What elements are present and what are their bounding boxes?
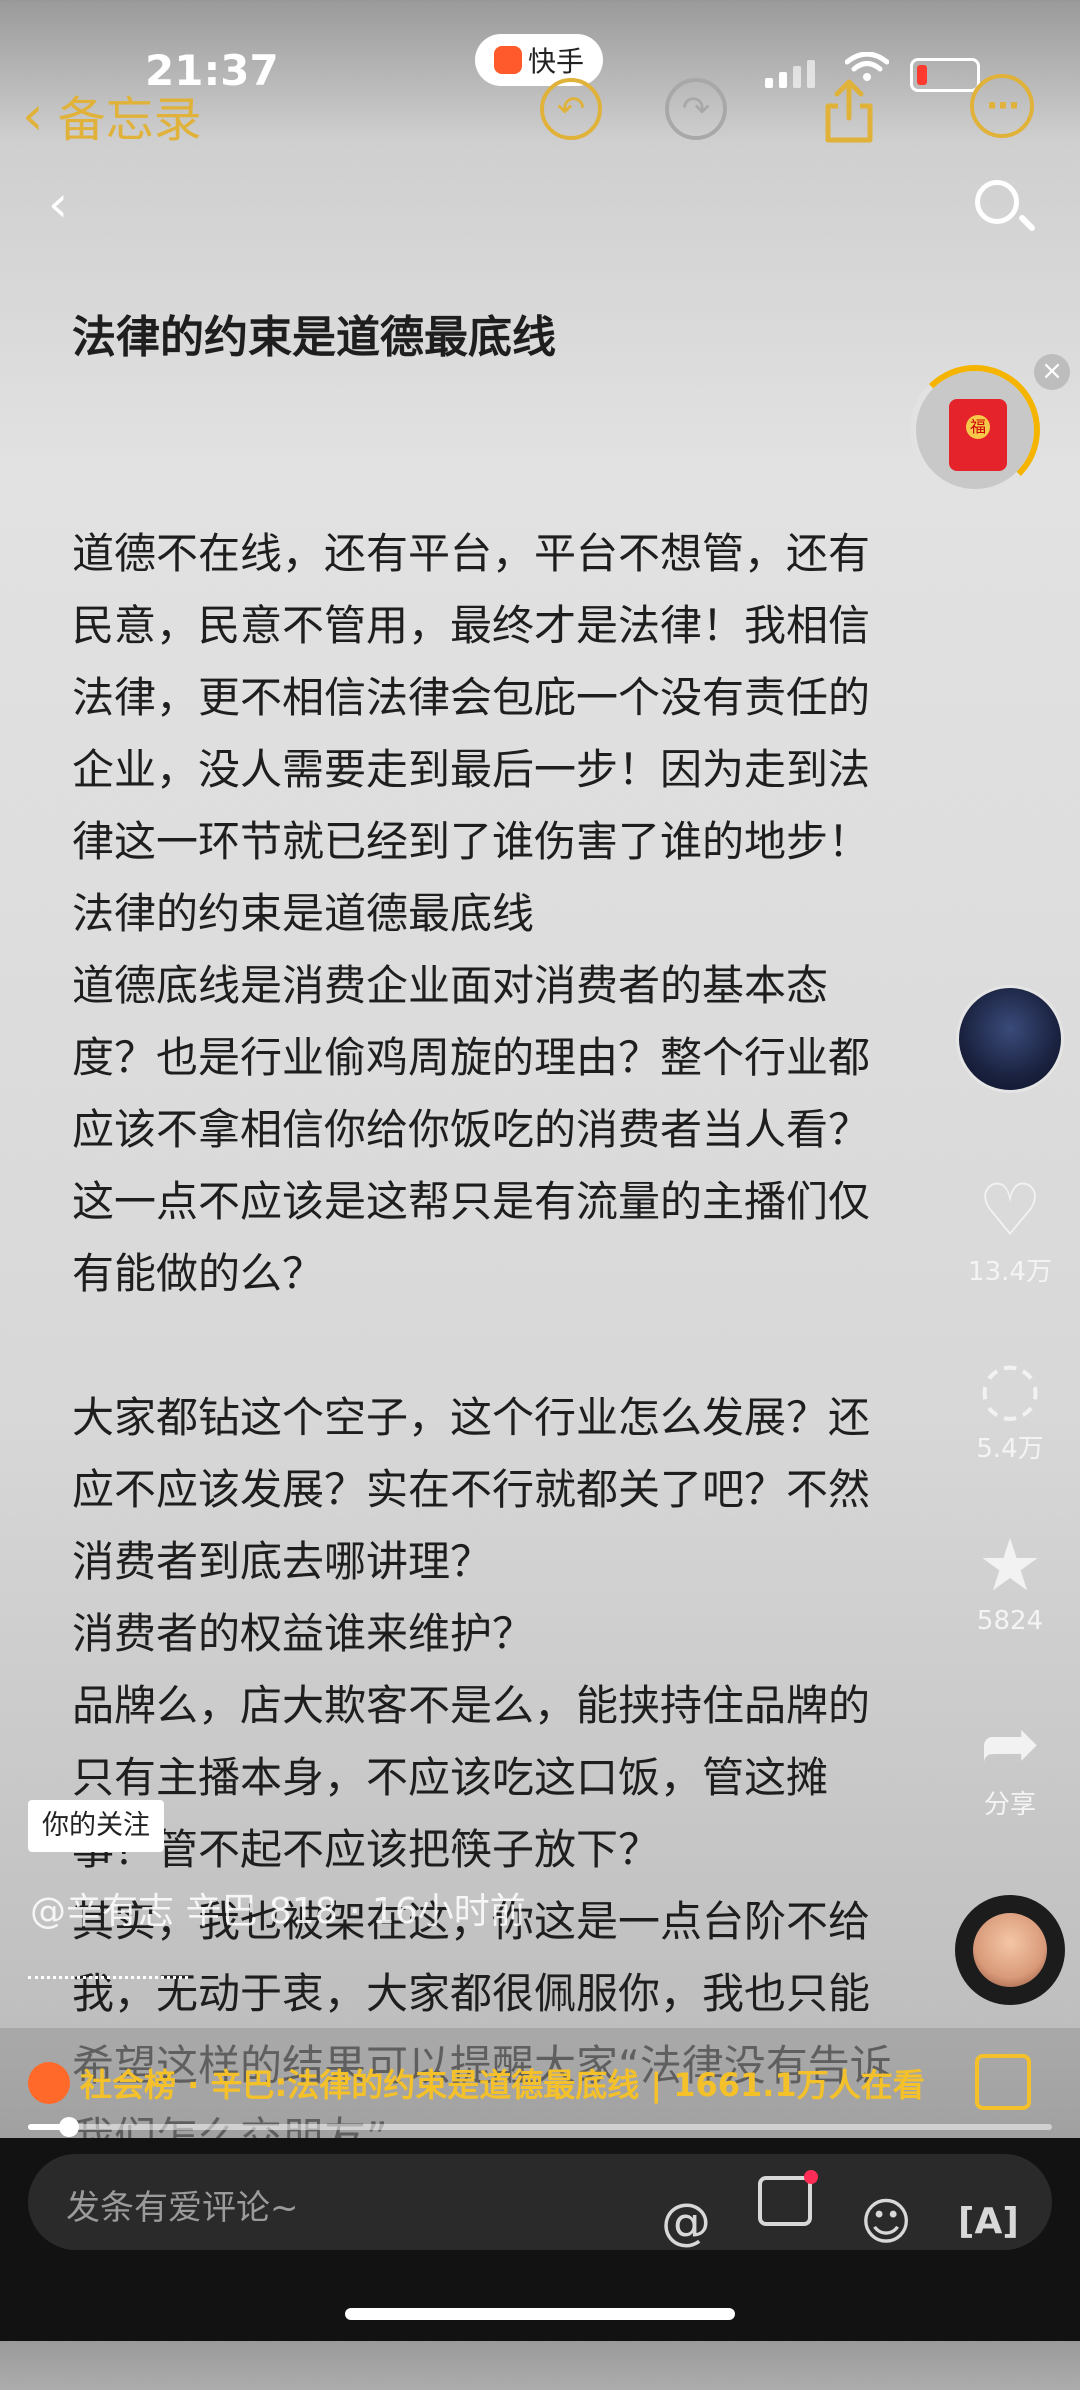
note-line: 消费者的权益谁来维护？	[72, 1609, 535, 1658]
note-line: 律这一环节就已经到了谁伤害了谁的地步！	[72, 817, 871, 866]
hot-list-text: 社会榜 · 辛巴:法律的约束是道德最底线 | 1661.1万人在看	[80, 2066, 925, 2104]
note-line: 我，无动于衷，大家都很佩服你，我也只能	[72, 1969, 871, 2018]
video-progress-bar[interactable]	[28, 2117, 1052, 2137]
back-label: 备忘录	[57, 92, 202, 148]
note-line: 应该不拿相信你给你饭吃的消费者当人看？	[72, 1105, 871, 1154]
note-line: 度？也是行业偷鸡周旋的理由？整个行业都	[72, 1033, 871, 1082]
note-line: 道德底线是消费企业面对消费者的基本态	[72, 961, 829, 1010]
image-icon[interactable]	[758, 2170, 818, 2226]
fire-icon	[28, 2062, 70, 2104]
favorite-button[interactable]: ★ 5824	[950, 1523, 1070, 1636]
at-mention-icon[interactable]: @	[658, 2194, 714, 2250]
comment-button[interactable]: ◌ 5.4万	[950, 1345, 1070, 1465]
follow-tag: 你的关注	[28, 1800, 164, 1852]
avatar-face	[973, 1913, 1047, 1987]
share-icon[interactable]	[822, 78, 876, 144]
star-icon: ★	[977, 1523, 1043, 1607]
like-count: 13.4万	[968, 1257, 1052, 1287]
note-line: 法律，更不相信法律会包庇一个没有责任的	[72, 673, 871, 722]
emoji-icon[interactable]: ☺	[858, 2194, 914, 2250]
note-line: 企业，没人需要走到最后一步！因为走到法	[72, 745, 871, 794]
note-line: 只有主播本身，不应该吃这口饭，管这摊	[72, 1753, 829, 1802]
comment-placeholder: 发条有爱评论~	[66, 2188, 299, 2228]
creator-avatar[interactable]	[956, 985, 1064, 1093]
redo-icon[interactable]: ↷	[665, 78, 727, 140]
note-line: 法律的约束是道德最底线	[72, 889, 535, 938]
undo-icon[interactable]: ↶	[540, 78, 602, 140]
home-indicator	[345, 2308, 735, 2320]
comment-count: 5.4万	[976, 1434, 1044, 1464]
note-line: 这一点不应该是这帮只是有流量的主播们仅	[72, 1177, 871, 1226]
more-options-icon[interactable]: ···	[970, 74, 1034, 138]
music-disc-avatar[interactable]	[955, 1895, 1065, 2005]
note-line: 应不应该发展？实在不行就都关了吧？不然	[72, 1465, 871, 1514]
share-button[interactable]: ➦ 分享	[950, 1701, 1070, 1821]
note-line: 有能做的么？	[72, 1249, 325, 1298]
note-line: 民意，民意不管用，最终才是法律！我相信	[72, 601, 871, 650]
author-line[interactable]: @辛有志 辛巴 818 · 16小时前	[30, 1882, 526, 1934]
share-arrow-icon: ➦	[979, 1701, 1041, 1785]
note-line: 事？管不起不应该把筷子放下？	[72, 1825, 661, 1874]
note-title: 法律的约束是道德最底线	[72, 312, 556, 363]
heart-icon: ♡	[977, 1168, 1043, 1252]
edit-icon[interactable]	[975, 2054, 1031, 2110]
note-line	[72, 1310, 992, 1382]
progress-knob[interactable]	[58, 2117, 79, 2137]
like-button[interactable]: ♡ 13.4万	[950, 1168, 1070, 1288]
red-envelope-widget[interactable]: 福	[910, 365, 1040, 495]
red-envelope-icon: 福	[949, 399, 1007, 471]
note-line: 品牌么，店大欺客不是么，能挟持住品牌的	[72, 1681, 871, 1730]
ai-icon[interactable]: [A]	[958, 2194, 1019, 2250]
favorite-count: 5824	[976, 1606, 1044, 1636]
back-button[interactable]: ‹ 备忘录	[22, 80, 202, 150]
share-label: 分享	[983, 1790, 1036, 1820]
video-back-icon[interactable]: ‹	[48, 175, 68, 233]
note-line: 消费者到底去哪讲理？	[72, 1537, 493, 1586]
close-icon[interactable]: ×	[1034, 354, 1070, 390]
note-line: 大家都钻这个空子，这个行业怎么发展？还	[72, 1393, 871, 1442]
note-line: 道德不在线，还有平台，平台不想管，还有	[72, 529, 871, 578]
expand-dots[interactable]	[28, 1976, 188, 1979]
comment-icon: ◌	[978, 1345, 1042, 1429]
comment-input[interactable]: 发条有爱评论~ @ ☺ [A]	[28, 2154, 1052, 2250]
chevron-left-icon: ‹	[22, 83, 44, 147]
